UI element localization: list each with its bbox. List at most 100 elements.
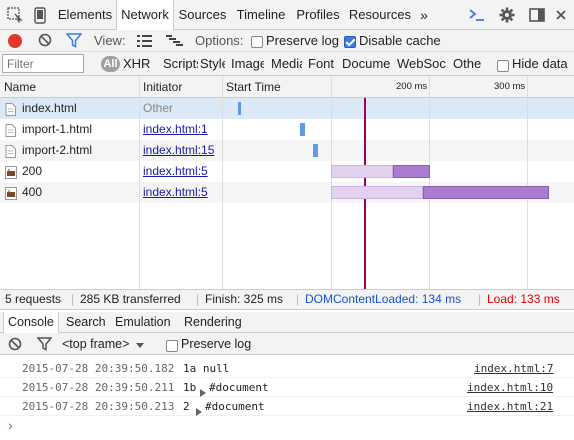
filter-funnel-icon[interactable] [65, 33, 83, 51]
column-header-name[interactable]: Name [0, 76, 139, 98]
column-header-start-time[interactable]: Start Time [222, 76, 332, 98]
filter-type-scripts[interactable]: Scripts [163, 52, 198, 76]
transferred-size: 285 KB transferred [80, 292, 181, 306]
tab-profiles[interactable]: Profiles [292, 0, 344, 30]
request-name: import-1.html [22, 122, 93, 136]
document-icon [5, 144, 16, 158]
filter-type-images[interactable]: Images [231, 52, 264, 76]
overview-waterfall-icon[interactable] [166, 34, 184, 51]
chevron-down-icon [135, 334, 144, 356]
message-source-link[interactable]: index.html:21 [467, 397, 553, 416]
disable-cache-label[interactable]: Disable cache [359, 30, 441, 52]
filter-input[interactable] [2, 54, 84, 73]
console-message: 2015-07-28 20:39:50.211 1b #document ind… [0, 378, 574, 397]
separator: | [478, 292, 482, 306]
waterfall-bar-waiting [331, 186, 423, 199]
console-preserve-log-label[interactable]: Preserve log [181, 333, 251, 355]
message-object[interactable]: #document [205, 397, 265, 416]
request-initiator-link[interactable]: index.html:5 [143, 182, 208, 203]
waterfall-bar [238, 102, 241, 115]
drawer-tab-bar: Console Search Emulation Rendering [0, 312, 574, 334]
disable-cache-checkbox[interactable] [344, 34, 356, 48]
table-row[interactable]: index.html Other [0, 98, 574, 119]
filter-type-other[interactable]: Other [453, 52, 481, 76]
image-icon [5, 165, 17, 179]
timeline-tick-300ms: 300 ms [494, 81, 526, 92]
filter-type-fonts[interactable]: Fonts [308, 52, 334, 76]
view-label: View: [94, 33, 126, 48]
frame-selector[interactable]: <top frame> [62, 333, 144, 355]
expand-triangle-icon[interactable] [196, 403, 202, 422]
tab-search[interactable]: Search [62, 312, 110, 333]
request-name: 200 [22, 164, 43, 178]
filter-funnel-icon[interactable] [36, 337, 53, 354]
message-timestamp: 2015-07-28 20:39:50.213 [22, 400, 175, 413]
message-text: 1a null [183, 362, 230, 375]
filter-bar: All XHR Scripts Styles Images Media Font… [0, 52, 574, 76]
separator: | [296, 292, 300, 306]
request-name: index.html [22, 101, 77, 115]
record-icon[interactable] [8, 34, 22, 48]
request-name: 400 [22, 185, 43, 199]
waterfall-bar [313, 144, 318, 157]
request-initiator: Other [143, 101, 174, 115]
tab-overflow-chevron[interactable]: » [415, 0, 433, 30]
filter-type-all[interactable]: All [101, 56, 120, 72]
message-text: 1b [183, 381, 197, 394]
devtools-tab-bar: Elements Network Sources Timeline Profil… [0, 0, 574, 31]
tab-elements[interactable]: Elements [54, 0, 116, 30]
table-row[interactable]: import-2.html index.html:15 [0, 140, 574, 161]
tab-network[interactable]: Network [116, 0, 174, 31]
message-text: 2 [183, 400, 190, 413]
network-summary-bar: 5 requests | 285 KB transferred | Finish… [0, 289, 574, 310]
clear-console-icon[interactable] [8, 337, 22, 354]
preserve-log-label[interactable]: Preserve log [266, 30, 339, 52]
separator: | [196, 292, 200, 306]
tab-resources[interactable]: Resources [347, 0, 413, 30]
request-initiator-link[interactable]: index.html:5 [143, 161, 208, 182]
console-preserve-log-checkbox[interactable] [166, 338, 178, 352]
table-row[interactable]: 400 index.html:5 [0, 182, 574, 203]
filter-type-styles[interactable]: Styles [200, 52, 225, 76]
console-message: 2015-07-28 20:39:50.182 1a null index.ht… [0, 359, 574, 378]
tab-sources[interactable]: Sources [175, 0, 230, 30]
close-devtools-icon[interactable] [552, 0, 570, 30]
waterfall-bar-waiting [331, 165, 393, 178]
device-mode-icon[interactable] [30, 0, 50, 30]
request-initiator-link[interactable]: index.html:15 [143, 140, 214, 161]
dock-side-icon[interactable] [526, 0, 548, 30]
filter-type-documents[interactable]: Documents [342, 52, 390, 76]
waterfall-bar-download [393, 165, 430, 178]
tab-emulation[interactable]: Emulation [111, 312, 175, 333]
options-label: Options: [195, 33, 244, 48]
waterfall-bar [300, 123, 305, 136]
table-row[interactable]: 200 index.html:5 [0, 161, 574, 182]
inspect-element-icon[interactable] [4, 0, 26, 30]
clear-icon[interactable] [38, 33, 52, 50]
settings-gear-icon[interactable] [496, 0, 518, 30]
request-initiator-link[interactable]: index.html:1 [143, 119, 208, 140]
message-source-link[interactable]: index.html:7 [474, 359, 553, 378]
large-rows-icon[interactable] [137, 34, 153, 51]
console-message: 2015-07-28 20:39:50.213 2 #document inde… [0, 397, 574, 416]
separator: | [71, 292, 75, 306]
hide-data-checkbox[interactable] [497, 58, 509, 72]
request-table-header: Name Initiator Start Time 200 ms 300 ms [0, 76, 574, 98]
hide-data-label[interactable]: Hide data [512, 52, 574, 76]
message-source-link[interactable]: index.html:10 [467, 378, 553, 397]
message-object[interactable]: #document [209, 378, 269, 397]
preserve-log-checkbox[interactable] [251, 34, 263, 48]
filter-type-websockets[interactable]: WebSockets [397, 52, 446, 76]
console-drawer-icon[interactable] [466, 0, 488, 30]
tab-rendering[interactable]: Rendering [180, 312, 246, 333]
filter-type-media[interactable]: Media [271, 52, 302, 76]
table-row[interactable]: import-1.html index.html:1 [0, 119, 574, 140]
column-header-initiator[interactable]: Initiator [139, 76, 223, 98]
filter-type-xhr[interactable]: XHR [123, 52, 157, 76]
network-toolbar: View: Options: Preserve log Disable cach… [0, 30, 574, 52]
tab-timeline[interactable]: Timeline [232, 0, 290, 30]
console-prompt[interactable]: › [8, 417, 13, 433]
dom-content-loaded-time: DOMContentLoaded: 134 ms [305, 292, 462, 306]
tab-console[interactable]: Console [3, 312, 59, 334]
frame-selector-value: <top frame> [62, 337, 130, 351]
